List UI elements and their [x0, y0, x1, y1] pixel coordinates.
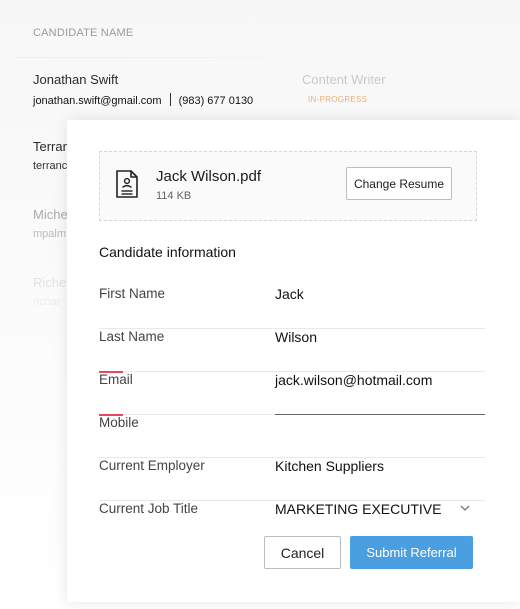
- candidate-phone: (983) 677 0130: [178, 95, 254, 107]
- first-name-field[interactable]: First Name Jack: [99, 286, 485, 329]
- cancel-button[interactable]: Cancel: [264, 536, 341, 569]
- status-badge: IN-PROGRESS: [308, 95, 368, 104]
- field-label: Email: [99, 372, 133, 387]
- change-resume-button[interactable]: Change Resume: [346, 167, 452, 200]
- list-item[interactable]: Jonathan Swift jonathan.swift@gmail.com (…: [33, 72, 253, 107]
- last-name-field[interactable]: Last Name Wilson: [99, 329, 485, 373]
- list-item[interactable]: Miche mpalm: [33, 207, 68, 240]
- column-header-candidate-name: CANDIDATE NAME: [33, 27, 134, 39]
- chevron-down-icon[interactable]: [459, 502, 471, 514]
- referral-modal: Jack Wilson.pdf 114 KB Change Resume Can…: [67, 120, 520, 602]
- resume-upload-box: Jack Wilson.pdf 114 KB Change Resume: [99, 151, 477, 221]
- candidate-email: jonathan.swift@gmail.com: [33, 95, 162, 107]
- header-divider: [15, 57, 325, 58]
- field-label: Last Name: [99, 329, 165, 344]
- field-label: First Name: [99, 286, 166, 301]
- first-name-input[interactable]: Jack: [275, 286, 304, 302]
- email-input[interactable]: jack.wilson@hotmail.com: [275, 372, 432, 388]
- candidate-role: Content Writer: [302, 72, 386, 87]
- section-title: Candidate information: [99, 244, 236, 260]
- list-item[interactable]: Terran terranc: [33, 139, 70, 172]
- candidate-name: Terran: [33, 139, 70, 154]
- mobile-field[interactable]: Mobile: [99, 415, 485, 458]
- current-employer-field[interactable]: Current Employer Kitchen Suppliers: [99, 458, 485, 501]
- resume-file-size: 114 KB: [156, 190, 192, 202]
- submit-referral-button[interactable]: Submit Referral: [350, 536, 473, 569]
- resume-file-name: Jack Wilson.pdf: [156, 168, 262, 185]
- last-name-input[interactable]: Wilson: [275, 329, 317, 345]
- candidate-email: mpalm: [33, 228, 67, 240]
- contact-separator: [169, 93, 171, 106]
- field-label: Current Employer: [99, 458, 205, 473]
- candidate-name: Miche: [33, 207, 68, 222]
- candidate-name: Riche: [33, 275, 67, 290]
- list-item[interactable]: Riche richar: [33, 275, 66, 308]
- current-employer-input[interactable]: Kitchen Suppliers: [275, 458, 384, 474]
- candidate-email: terranc: [33, 160, 68, 172]
- document-icon: [116, 170, 138, 198]
- candidate-name: Jonathan Swift: [33, 72, 119, 87]
- email-field[interactable]: Email jack.wilson@hotmail.com: [99, 372, 485, 416]
- candidate-contact: jonathan.swift@gmail.com (983) 677 0130: [33, 93, 253, 107]
- field-label: Current Job Title: [99, 501, 199, 516]
- job-title-select[interactable]: MARKETING EXECUTIVE: [275, 501, 441, 517]
- candidate-email: richar: [33, 296, 61, 308]
- field-label: Mobile: [99, 415, 139, 430]
